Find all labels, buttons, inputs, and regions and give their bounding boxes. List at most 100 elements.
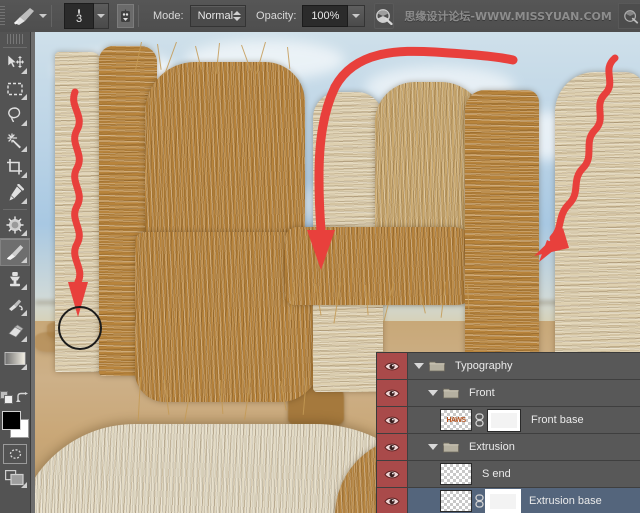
eye-icon: [384, 442, 400, 453]
crop-tool[interactable]: [1, 154, 29, 180]
quick-selection-tool-flyout-icon: [21, 146, 27, 152]
layer-name: Extrusion base: [529, 495, 602, 507]
triangle-down-icon[interactable]: [414, 363, 424, 369]
straw-letter-right-extrusion: [465, 90, 539, 390]
layer-name: Front: [469, 387, 495, 399]
opacity-input[interactable]: 100%: [302, 5, 348, 27]
blend-mode-value: Normal: [198, 10, 233, 22]
opacity-dropdown-button[interactable]: [348, 5, 365, 27]
color-swatches[interactable]: [1, 410, 29, 440]
table-row[interactable]: Extrusion: [377, 434, 640, 461]
brush-size-chevron-down-icon: [97, 14, 105, 18]
healing-brush-flyout-icon: [21, 230, 27, 236]
layer-thumbnail-text: [441, 464, 471, 484]
brush-size-input[interactable]: 3: [64, 3, 94, 29]
layer-group-typography[interactable]: Typography: [408, 353, 640, 379]
brush-preset-icon[interactable]: [11, 4, 37, 28]
table-row[interactable]: S end: [377, 461, 640, 488]
folder-icon: [429, 360, 445, 372]
marquee-tool-flyout-icon: [21, 94, 27, 100]
folder-icon: [443, 387, 459, 399]
brush-tool-flyout-icon: [21, 257, 27, 263]
updown-caret-icon: [233, 11, 241, 21]
tablet-pressure-opacity-icon[interactable]: [374, 3, 394, 29]
triangle-down-icon[interactable]: [428, 444, 438, 450]
layer-visibility-toggle[interactable]: [377, 461, 408, 487]
layer-name: Typography: [455, 360, 512, 372]
layer-visibility-toggle[interactable]: [377, 407, 408, 433]
layer-name: Extrusion: [469, 441, 515, 453]
mode-label: Mode:: [153, 10, 184, 22]
eyedropper-tool-flyout-icon: [21, 198, 27, 204]
link-icon[interactable]: [475, 413, 484, 427]
rectangular-marquee-tool[interactable]: [1, 76, 29, 102]
table-row[interactable]: HAWS Front base: [377, 407, 640, 434]
opacity-value: 100%: [311, 10, 339, 22]
layer-group-front[interactable]: Front: [408, 380, 640, 406]
toolbar-divider-top: [3, 47, 27, 48]
brush-size-stepper[interactable]: [94, 3, 109, 29]
opacity-chevron-down-icon: [352, 14, 360, 18]
eye-icon: [384, 496, 400, 507]
options-bar-divider-1: [51, 5, 52, 27]
layer-thumbnail[interactable]: [440, 463, 472, 485]
watermark-tablet-pressure-icon-a: [618, 3, 640, 29]
straw-letter-middle-crossbar: [285, 227, 475, 305]
layer-group-extrusion[interactable]: Extrusion: [408, 434, 640, 460]
brush-preset-chevron-down-icon[interactable]: [39, 14, 47, 18]
lasso-tool[interactable]: [1, 102, 29, 128]
foreground-color-swatch[interactable]: [2, 411, 21, 430]
layer-thumbnail-text: [441, 491, 471, 511]
lasso-tool-flyout-icon: [21, 120, 27, 126]
layer-mask-thumbnail[interactable]: [487, 409, 521, 432]
options-bar: 3 Mode: Normal Opacity: 100%: [0, 0, 640, 33]
layer-mask-thumbnail[interactable]: [487, 491, 519, 512]
eye-icon: [384, 361, 400, 372]
layer-name: Front base: [531, 414, 584, 426]
layers-panel[interactable]: Typography Front: [376, 352, 640, 513]
tools-panel-lower: [0, 333, 30, 513]
layer-visibility-toggle[interactable]: [377, 488, 408, 513]
triangle-down-icon[interactable]: [428, 390, 438, 396]
brush-size-value: 3: [76, 13, 82, 28]
watermark: 思缘设计论坛-WWW.MISSYUAN.COM: [404, 4, 640, 28]
move-tool[interactable]: [1, 50, 29, 76]
screen-mode-flyout-icon: [21, 482, 27, 488]
table-row[interactable]: Extrusion base: [377, 488, 640, 513]
link-icon[interactable]: [475, 494, 484, 508]
clone-stamp-flyout-icon: [21, 284, 27, 290]
eye-icon: [384, 469, 400, 480]
default-colors-icon[interactable]: [0, 391, 14, 408]
brush-tool[interactable]: [0, 238, 30, 266]
history-brush-tool[interactable]: [1, 292, 29, 318]
layer-extrusion-base[interactable]: Extrusion base: [408, 488, 640, 513]
screen-mode-icon[interactable]: [3, 468, 27, 488]
clone-stamp-tool[interactable]: [1, 266, 29, 292]
swap-colors-icon[interactable]: [16, 392, 30, 408]
folder-icon: [443, 441, 459, 453]
layer-visibility-toggle[interactable]: [377, 434, 408, 460]
eyedropper-tool[interactable]: [1, 180, 29, 206]
toolbar-grip[interactable]: [7, 34, 23, 44]
layer-visibility-toggle[interactable]: [377, 353, 408, 379]
blend-mode-select[interactable]: Normal: [190, 5, 246, 27]
layer-name: S end: [482, 468, 511, 480]
quick-selection-tool[interactable]: [1, 128, 29, 154]
watermark-text: 思缘设计论坛-WWW.MISSYUAN.COM: [404, 8, 611, 24]
table-row[interactable]: Typography: [377, 353, 640, 380]
move-tool-flyout-icon: [21, 68, 27, 74]
airbrush-toggle-button[interactable]: [117, 4, 134, 28]
opacity-label: Opacity:: [256, 10, 296, 22]
layer-visibility-toggle[interactable]: [377, 380, 408, 406]
mask-active-indicator: [487, 491, 519, 512]
layer-thumbnail[interactable]: HAWS: [440, 409, 472, 431]
quick-mask-icon[interactable]: [3, 444, 27, 464]
brush-cursor-circle: [58, 306, 102, 350]
layer-s-end[interactable]: S end: [408, 461, 640, 487]
history-brush-flyout-icon: [21, 310, 27, 316]
spot-healing-brush-tool[interactable]: [1, 212, 29, 238]
table-row[interactable]: Front: [377, 380, 640, 407]
layer-thumbnail[interactable]: [440, 490, 472, 512]
layer-front-base[interactable]: HAWS Front base: [408, 407, 640, 433]
options-bar-grip[interactable]: [0, 0, 5, 32]
